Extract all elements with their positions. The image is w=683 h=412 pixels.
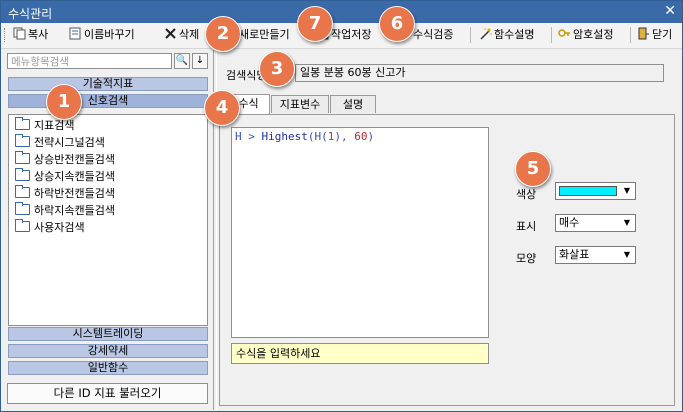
delete-button[interactable]: 삭제 — [164, 26, 199, 44]
close-window-icon[interactable]: ✕ — [664, 3, 676, 19]
tree-item-label: 하락지속캔들검색 — [34, 204, 115, 217]
callout-badge: 5 — [515, 151, 551, 187]
key-icon — [558, 27, 571, 40]
tab-indicator-variables[interactable]: 지표변수 — [271, 95, 329, 113]
callout-badge: 4 — [204, 90, 240, 126]
shape-value: 화살표 — [559, 248, 590, 261]
toolbar-separator — [470, 27, 471, 43]
toolbar-separator — [551, 27, 552, 43]
formula-text: ), — [334, 130, 355, 143]
color-picker[interactable]: ▼ — [555, 182, 636, 200]
tree-item[interactable]: 상승지속캔들검색 — [15, 168, 115, 185]
rename-icon — [69, 27, 82, 40]
dropdown-arrow-icon: ▼ — [623, 218, 631, 227]
folder-icon — [15, 117, 30, 130]
rename-button[interactable]: 이름바꾸기 — [69, 26, 135, 44]
password-label: 암호설정 — [573, 28, 614, 41]
folder-icon — [15, 202, 30, 215]
folder-icon — [15, 134, 30, 147]
window-title: 수식관리 — [8, 7, 53, 21]
color-swatch — [559, 186, 617, 196]
dropdown-arrow-icon: ▼ — [623, 250, 631, 259]
category-technical-indicators[interactable]: 기술적지표 — [8, 77, 208, 91]
tree-item-label: 상승지속캔들검색 — [34, 170, 115, 183]
tree-item-label: 상승반전캔들검색 — [34, 153, 115, 166]
delete-x-icon — [164, 27, 177, 40]
shape-select[interactable]: 화살표 ▼ — [555, 246, 636, 264]
shape-label: 모양 — [516, 252, 537, 265]
formula-text: ) — [367, 130, 375, 143]
close-label: 닫기 — [652, 28, 673, 41]
folder-icon — [15, 168, 30, 181]
new-label: 새로만들기 — [239, 28, 290, 41]
close-button[interactable]: 닫기 — [637, 26, 672, 44]
formula-editor[interactable]: H > Highest(H(1), 60) — [231, 127, 489, 338]
callout-badge: 6 — [379, 6, 415, 42]
formula-text: (H( — [307, 130, 328, 143]
tree-item-label: 지표검색 — [34, 119, 75, 132]
category-signal-search[interactable]: 신호검색 — [8, 94, 208, 108]
tree-item-label: 전략시그널검색 — [34, 136, 105, 149]
tab-description[interactable]: 설명 — [330, 95, 376, 113]
magic-wand-icon — [479, 27, 492, 40]
formula-function: Highest — [261, 130, 308, 143]
toolbar-separator — [630, 27, 631, 43]
formula-manager-window: 수식관리 ✕ 복사 이름바꾸기 삭제 새로만들기 작업저장 수식검증 함수설명 … — [0, 0, 683, 412]
tree-item[interactable]: 상승반전캔들검색 — [15, 151, 115, 168]
delete-label: 삭제 — [179, 28, 200, 41]
display-value: 매수 — [559, 216, 580, 229]
tree-item[interactable]: 사용자검색 — [15, 219, 85, 236]
formula-name-field[interactable]: 일봉 분봉 60봉 신고가 — [295, 64, 664, 82]
toolbar-grip — [4, 28, 8, 42]
formula-hint-bar: 수식을 입력하세요 — [231, 343, 489, 364]
save-label: 작업저장 — [331, 28, 372, 41]
copy-button[interactable]: 복사 — [13, 26, 48, 44]
load-other-id-button[interactable]: 다른 ID 지표 불러오기 — [7, 383, 208, 404]
right-panel: 검색식명 일봉 분봉 60봉 신고가 수식 지표변수 설명 H > Highes… — [219, 50, 679, 407]
display-select[interactable]: 매수 ▼ — [555, 214, 636, 232]
copy-label: 복사 — [28, 28, 49, 41]
tree-item[interactable]: 지표검색 — [15, 117, 75, 134]
verify-label: 수식검증 — [413, 28, 454, 41]
callout-badge: 2 — [205, 16, 241, 52]
tree-item[interactable]: 전략시그널검색 — [15, 134, 105, 151]
rename-label: 이름바꾸기 — [84, 28, 135, 41]
display-label: 표시 — [516, 220, 537, 233]
callout-badge: 3 — [259, 51, 295, 87]
title-bar: 수식관리 ✕ — [1, 1, 682, 23]
exit-door-icon — [637, 27, 650, 40]
tree-item-label: 하락반전캔들검색 — [34, 187, 115, 200]
formula-number: 60 — [354, 130, 368, 143]
category-system-trading[interactable]: 시스템트레이딩 — [8, 327, 208, 341]
category-general-functions[interactable]: 일반함수 — [8, 361, 208, 375]
folder-icon — [15, 219, 30, 232]
callout-badge: 1 — [46, 84, 82, 120]
function-help-button[interactable]: 함수설명 — [479, 26, 534, 44]
copy-icon — [13, 27, 26, 40]
tree-item-label: 사용자검색 — [34, 221, 85, 234]
new-button[interactable]: 새로만들기 — [239, 26, 290, 44]
left-panel: 메뉴항목검색 🔍 ↓ 기술적지표 신호검색 지표검색 전략시그널검색 상승반전캔… — [6, 50, 209, 407]
tree-item[interactable]: 하락지속캔들검색 — [15, 202, 115, 219]
tree-list: 지표검색 전략시그널검색 상승반전캔들검색 상승지속캔들검색 하락반전캔들검색 … — [8, 114, 208, 326]
menu-search-input[interactable]: 메뉴항목검색 — [7, 53, 172, 69]
category-strength-weakness[interactable]: 강세약세 — [8, 344, 208, 358]
tree-item[interactable]: 하락반전캔들검색 — [15, 185, 115, 202]
search-icon[interactable]: 🔍 — [174, 53, 190, 69]
color-label: 색상 — [516, 188, 537, 201]
password-button[interactable]: 암호설정 — [558, 26, 613, 44]
formula-text: H > — [235, 130, 262, 143]
folder-icon — [15, 151, 30, 164]
callout-badge: 7 — [297, 6, 333, 42]
verify-button[interactable]: 수식검증 — [413, 26, 453, 44]
folder-icon — [15, 185, 30, 198]
down-arrow-icon[interactable]: ↓ — [192, 53, 208, 69]
function-help-label: 함수설명 — [494, 28, 535, 41]
dropdown-arrow-icon: ▼ — [623, 186, 631, 195]
toolbar: 복사 이름바꾸기 삭제 새로만들기 작업저장 수식검증 함수설명 암호설정 닫기 — [1, 23, 682, 49]
